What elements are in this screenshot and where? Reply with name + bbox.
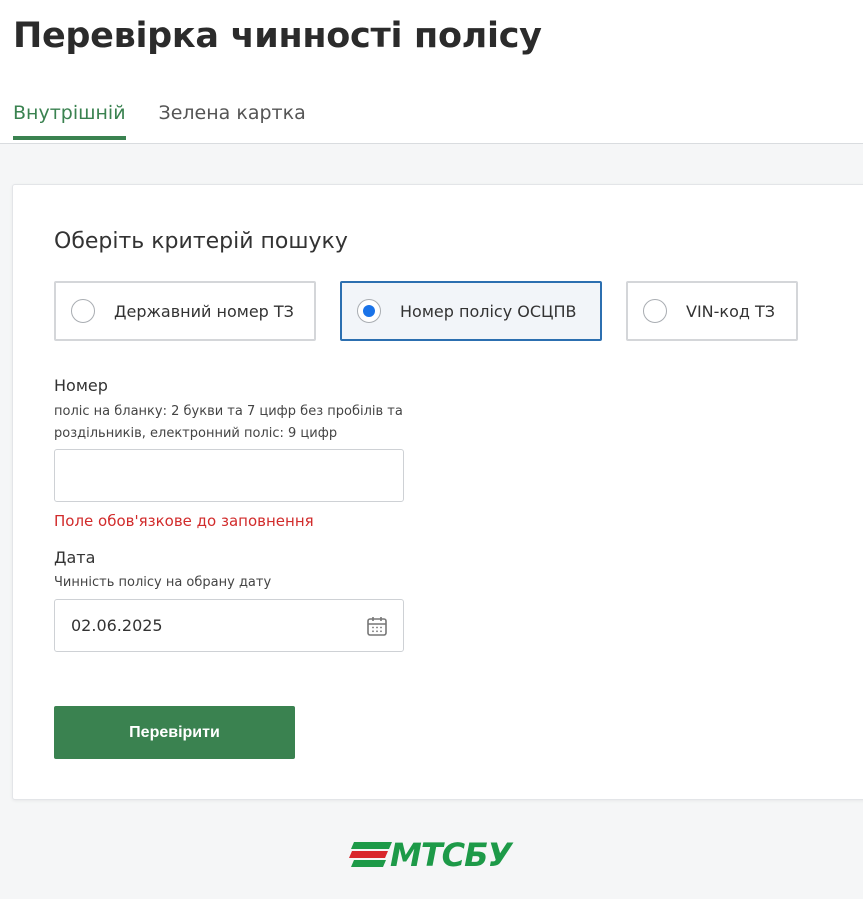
radio-label: Номер полісу ОСЦПВ — [400, 301, 577, 321]
logo-stripes-icon — [349, 842, 392, 867]
number-label: Номер — [54, 376, 108, 395]
date-label: Дата — [54, 548, 96, 567]
radio-option-vin[interactable]: VIN-код ТЗ — [626, 281, 798, 341]
radio-label: Державний номер ТЗ — [114, 301, 294, 321]
tab-internal[interactable]: Внутрішній — [13, 102, 126, 140]
radio-label: VIN-код ТЗ — [686, 301, 776, 321]
number-error-message: Поле обов'язкове до заповнення — [54, 512, 314, 530]
radio-option-policy-number[interactable]: Номер полісу ОСЦПВ — [340, 281, 602, 341]
number-hint-line2: роздільників, електронний поліс: 9 цифр — [54, 426, 338, 441]
radio-dot — [363, 305, 375, 317]
radio-circle[interactable] — [643, 299, 667, 323]
date-input[interactable]: 02.06.2025 — [54, 599, 404, 652]
header: Перевірка чинності полісу Внутрішній Зел… — [0, 0, 863, 144]
number-hint-line1: поліс на бланку: 2 букви та 7 цифр без п… — [54, 404, 403, 419]
number-input[interactable] — [54, 449, 404, 502]
radio-circle-selected[interactable] — [357, 299, 381, 323]
radio-circle[interactable] — [71, 299, 95, 323]
date-value: 02.06.2025 — [71, 616, 163, 635]
criteria-title: Оберіть критерій пошуку — [54, 229, 348, 254]
tab-bar: Внутрішній Зелена картка — [13, 102, 339, 140]
check-button[interactable]: Перевірити — [54, 706, 295, 759]
page-title: Перевірка чинності полісу — [13, 16, 542, 56]
search-form-card: Оберіть критерій пошуку Державний номер … — [12, 184, 863, 800]
mtsbu-logo: МТСБУ — [348, 836, 512, 874]
logo-text: МТСБУ — [390, 836, 512, 874]
date-hint: Чинність полісу на обрану дату — [54, 575, 272, 590]
tab-green-card[interactable]: Зелена картка — [159, 102, 306, 140]
calendar-icon[interactable] — [365, 614, 389, 638]
radio-option-plate-number[interactable]: Державний номер ТЗ — [54, 281, 316, 341]
